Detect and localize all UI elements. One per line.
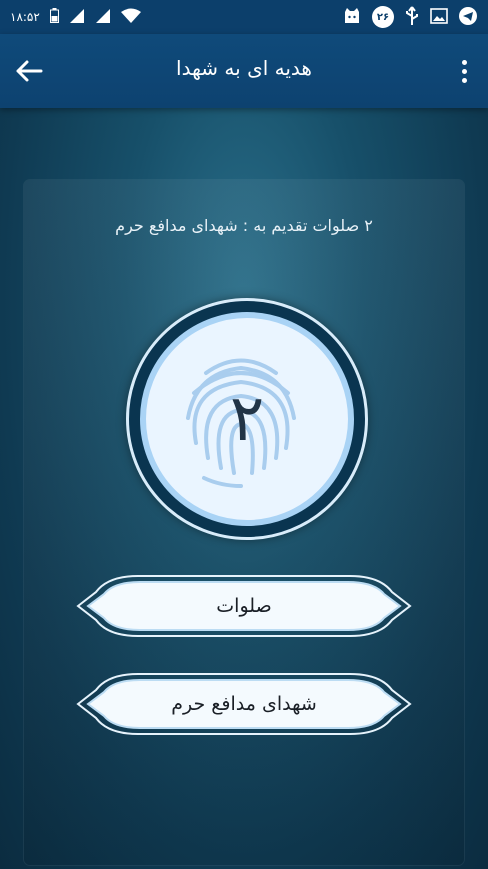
overflow-menu-icon[interactable] <box>454 56 474 86</box>
telegram-icon <box>458 6 478 29</box>
fingerprint-counter[interactable]: ۲ <box>140 312 354 526</box>
status-bar: ۱۸:۵۲ ۲۶ <box>0 0 488 34</box>
martyrs-button[interactable]: شهدای مدافع حرم <box>68 668 420 740</box>
status-right: ۲۶ <box>342 5 478 29</box>
badge-count: ۲۶ <box>376 11 390 23</box>
counter-value: ۲ <box>229 382 265 456</box>
dedication-caption: ۲ صلوات تقدیم به : شهدای مدافع حرم <box>115 216 373 235</box>
salavat-label: صلوات <box>216 595 272 617</box>
page-title: هدیه ای به شهدا <box>176 56 312 80</box>
app-bar: هدیه ای به شهدا <box>0 34 488 108</box>
usb-icon <box>404 5 420 29</box>
martyrs-label: شهدای مدافع حرم <box>171 693 317 715</box>
status-time: ۱۸:۵۲ <box>10 10 40 24</box>
status-left: ۱۸:۵۲ <box>10 8 141 27</box>
cat-notification-icon <box>342 6 362 29</box>
counter-ring[interactable]: ۲ <box>126 298 368 540</box>
salavat-button[interactable]: صلوات <box>68 570 420 642</box>
badge-notification-icon: ۲۶ <box>372 6 394 28</box>
wifi-icon <box>120 8 141 27</box>
image-icon <box>430 7 448 27</box>
signal-icon <box>69 8 85 27</box>
main-card: ۲ صلوات تقدیم به : شهدای مدافع حرم ۲ صلو… <box>24 180 464 865</box>
battery-icon <box>49 8 59 26</box>
signal-icon-2 <box>95 8 111 27</box>
